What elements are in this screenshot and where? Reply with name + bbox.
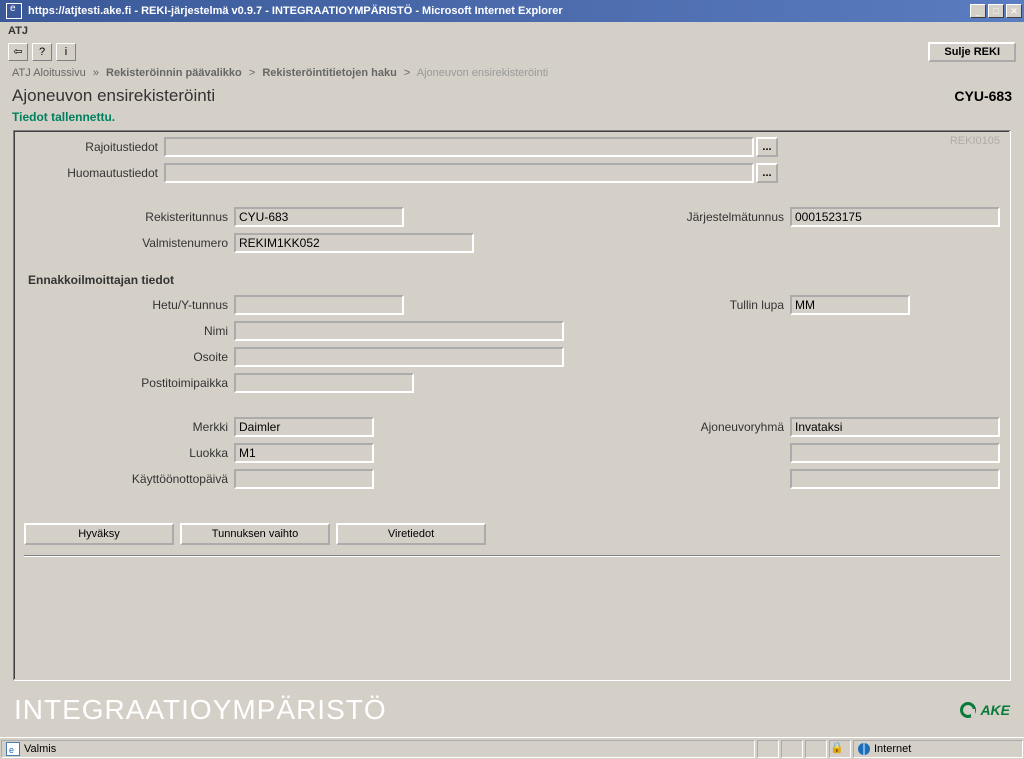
rajoitustiedot-input[interactable]	[164, 137, 754, 157]
jarjestelmatunnus-input[interactable]	[790, 207, 1000, 227]
breadcrumb-current: Ajoneuvon ensirekisteröinti	[417, 67, 548, 79]
extra2-input[interactable]	[790, 469, 1000, 489]
environment-label: INTEGRAATIOYMPÄRISTÖ	[14, 694, 387, 726]
extra1-input[interactable]	[790, 443, 1000, 463]
luokka-input[interactable]	[234, 443, 374, 463]
close-button[interactable]: ✕	[1006, 4, 1022, 18]
globe-icon	[858, 743, 870, 755]
section-ennakkoilmoittajan: Ennakkoilmoittajan tiedot	[28, 273, 1000, 287]
page-title: Ajoneuvon ensirekisteröinti	[12, 86, 954, 106]
ake-logo: AKE	[960, 702, 1010, 718]
label-huomautustiedot: Huomautustiedot	[24, 166, 164, 180]
panel-divider	[24, 555, 1000, 557]
label-merkki: Merkki	[24, 420, 234, 434]
status-cell: 🔒	[829, 740, 851, 758]
window-title: https://atjtesti.ake.fi - REKI-järjestel…	[26, 5, 970, 17]
label-rekisteritunnus: Rekisteritunnus	[24, 210, 234, 224]
rajoitustiedot-lookup-button[interactable]: ...	[756, 137, 778, 157]
security-zone: Internet	[853, 740, 1023, 758]
minimize-button[interactable]: _	[970, 4, 986, 18]
screen-code: REKI0105	[950, 135, 1000, 147]
lock-icon: 🔒	[830, 742, 844, 754]
tunnuksen-vaihto-button[interactable]: Tunnuksen vaihto	[180, 523, 330, 545]
status-message: Tiedot tallennettu.	[0, 108, 1024, 130]
label-nimi: Nimi	[24, 324, 234, 338]
breadcrumb-home[interactable]: ATJ Aloitussivu	[12, 67, 86, 79]
status-cell	[805, 740, 827, 758]
registration-id: CYU-683	[954, 88, 1012, 104]
valmistenumero-input[interactable]	[234, 233, 474, 253]
maximize-button[interactable]: □	[988, 4, 1004, 18]
hetu-input[interactable]	[234, 295, 404, 315]
label-osoite: Osoite	[24, 350, 234, 364]
viretiedot-button[interactable]: Viretiedot	[336, 523, 486, 545]
titlebar: https://atjtesti.ake.fi - REKI-järjestel…	[0, 0, 1024, 22]
label-rajoitustiedot: Rajoitustiedot	[24, 140, 164, 154]
label-kayttoonottopaiva: Käyttöönottopäivä	[24, 472, 234, 486]
hyvaksy-button[interactable]: Hyväksy	[24, 523, 174, 545]
status-ready: Valmis	[1, 740, 755, 758]
breadcrumb: ATJ Aloitussivu » Rekisteröinnin päävali…	[0, 64, 1024, 82]
ajoneuvoryhma-input[interactable]	[790, 417, 1000, 437]
ake-ring-icon	[960, 702, 976, 718]
breadcrumb-search[interactable]: Rekisteröintitietojen haku	[262, 67, 396, 79]
menubar: ATJ	[0, 22, 1024, 40]
close-reki-button[interactable]: Sulje REKI	[928, 42, 1016, 62]
osoite-input[interactable]	[234, 347, 564, 367]
menu-atj[interactable]: ATJ	[8, 25, 28, 37]
merkki-input[interactable]	[234, 417, 374, 437]
label-postitoimipaikka: Postitoimipaikka	[24, 376, 234, 390]
label-tullin-lupa: Tullin lupa	[650, 298, 790, 312]
huomautustiedot-lookup-button[interactable]: ...	[756, 163, 778, 183]
statusbar: Valmis 🔒 Internet	[0, 737, 1024, 759]
label-luokka: Luokka	[24, 446, 234, 460]
status-cell	[757, 740, 779, 758]
status-cell	[781, 740, 803, 758]
window-controls: _ □ ✕	[970, 4, 1022, 18]
huomautustiedot-input[interactable]	[164, 163, 754, 183]
action-buttons: Hyväksy Tunnuksen vaihto Viretiedot	[24, 523, 1000, 545]
rekisteritunnus-input[interactable]	[234, 207, 404, 227]
tullin-lupa-input[interactable]	[790, 295, 910, 315]
label-hetu: Hetu/Y-tunnus	[24, 298, 234, 312]
label-valmistenumero: Valmistenumero	[24, 236, 234, 250]
back-button[interactable]: ⇦	[8, 43, 28, 61]
label-jarjestelmatunnus: Järjestelmätunnus	[650, 210, 790, 224]
form-panel: REKI0105 Rajoitustiedot ... Huomautustie…	[13, 130, 1011, 681]
help-button[interactable]: ?	[32, 43, 52, 61]
label-ajoneuvoryhma: Ajoneuvoryhmä	[650, 420, 790, 434]
app-window: https://atjtesti.ake.fi - REKI-järjestel…	[0, 0, 1024, 759]
page-icon	[6, 742, 20, 756]
breadcrumb-mainmenu[interactable]: Rekisteröinnin päävalikko	[106, 67, 242, 79]
kayttoonottopaiva-input[interactable]	[234, 469, 374, 489]
info-button[interactable]: i	[56, 43, 76, 61]
ie-icon	[6, 3, 22, 19]
postitoimipaikka-input[interactable]	[234, 373, 414, 393]
nimi-input[interactable]	[234, 321, 564, 341]
footer: INTEGRAATIOYMPÄRISTÖ AKE	[0, 689, 1024, 737]
page-header: Ajoneuvon ensirekisteröinti CYU-683	[0, 82, 1024, 108]
toolbar: ⇦ ? i Sulje REKI	[0, 40, 1024, 64]
